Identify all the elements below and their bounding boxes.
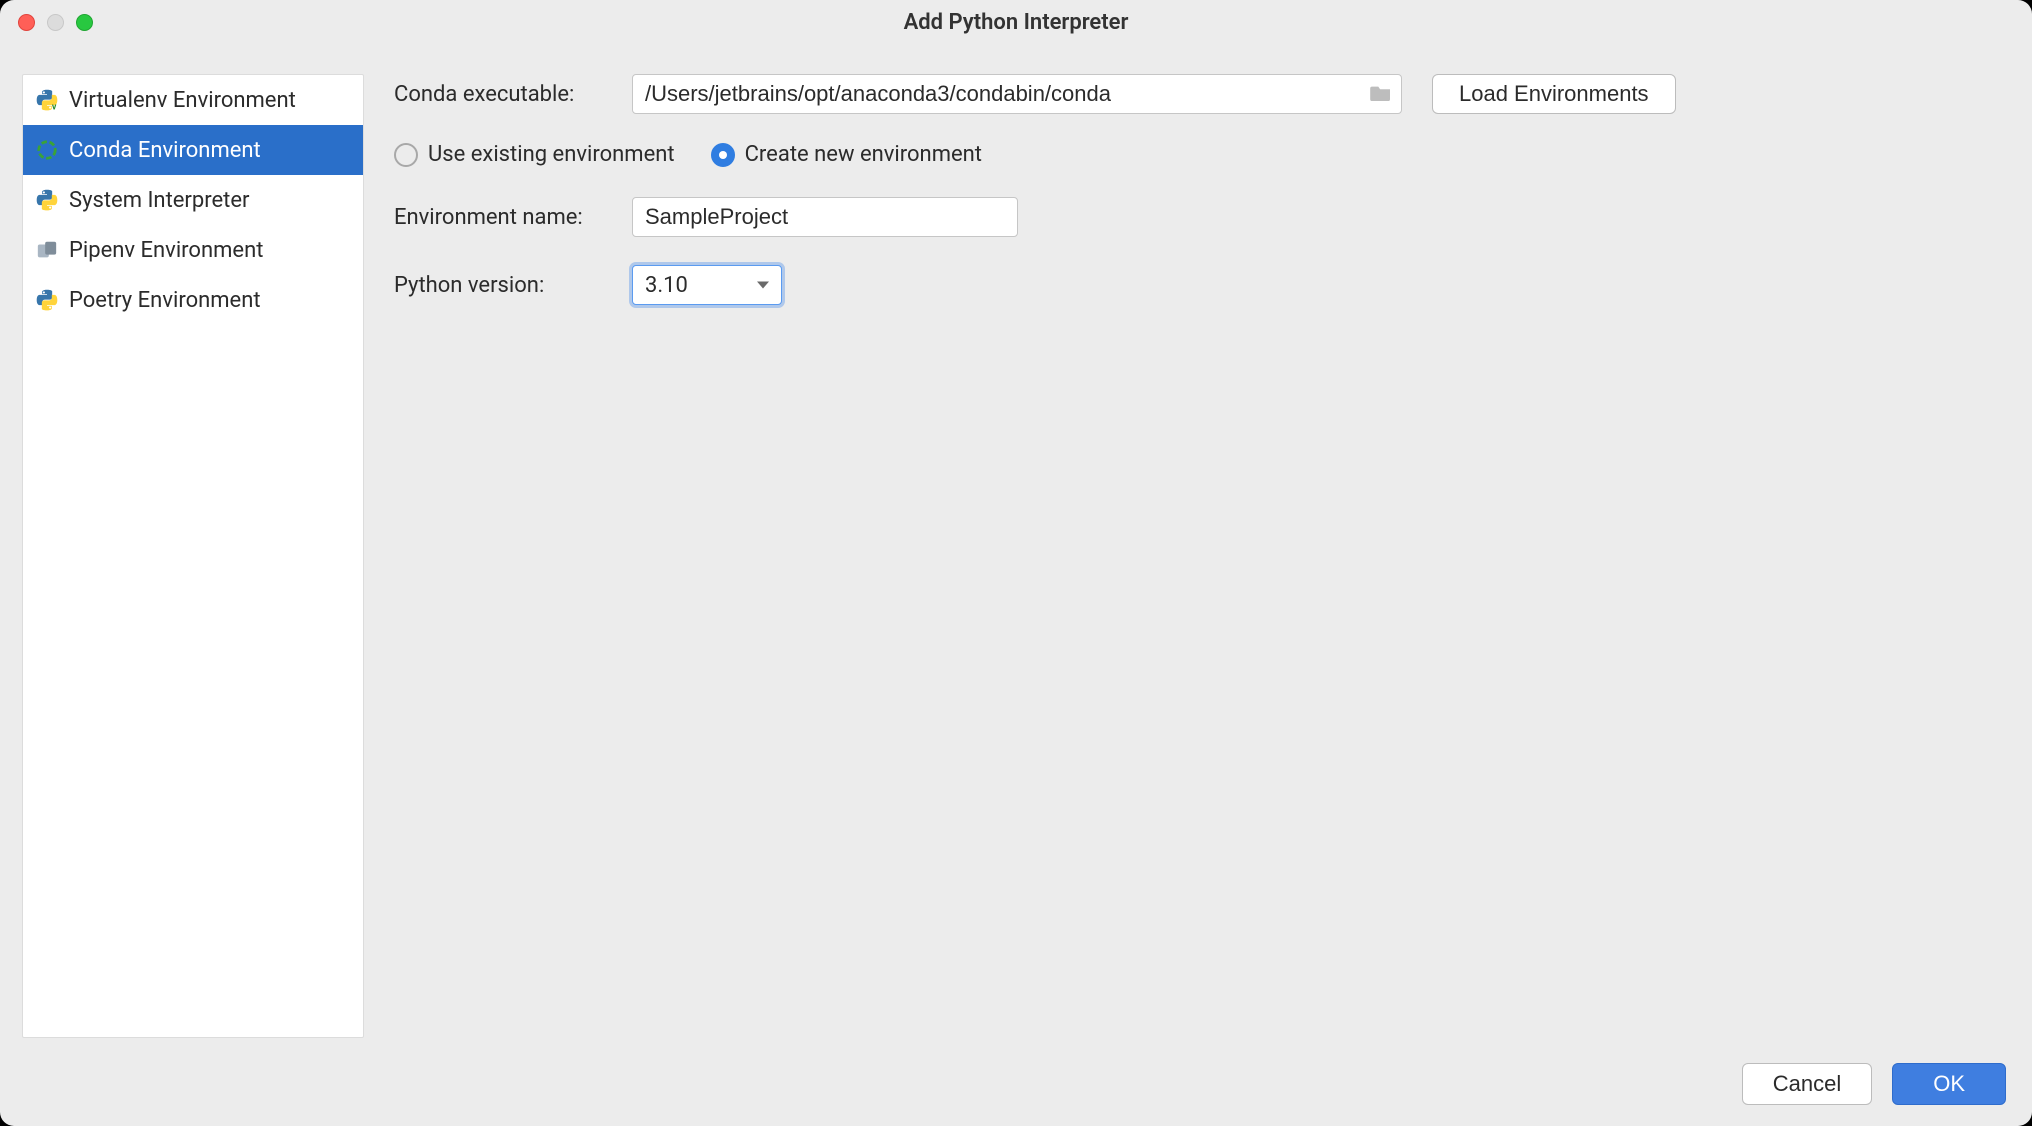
python-version-value: 3.10	[645, 273, 688, 298]
python-icon	[35, 288, 59, 312]
sidebar-item-label: Virtualenv Environment	[69, 88, 296, 113]
sidebar-item-pipenv[interactable]: Pipenv Environment	[23, 225, 363, 275]
create-new-radio[interactable]: Create new environment	[711, 142, 982, 167]
sidebar-item-system[interactable]: System Interpreter	[23, 175, 363, 225]
conda-executable-input-wrap	[632, 74, 1402, 114]
environment-name-input[interactable]	[632, 197, 1018, 237]
radio-label: Use existing environment	[428, 142, 675, 167]
cancel-button[interactable]: Cancel	[1742, 1063, 1872, 1105]
close-window-button[interactable]	[18, 14, 35, 31]
python-version-select-wrap: 3.10	[632, 265, 782, 305]
svg-text:v: v	[52, 103, 57, 111]
conda-executable-row: Conda executable: Load Environments	[394, 74, 2002, 114]
window-controls	[0, 14, 93, 31]
dialog-body: v Virtualenv Environment Conda Environme…	[0, 44, 2032, 1056]
python-icon: v	[35, 88, 59, 112]
environment-name-row: Environment name:	[394, 197, 2002, 237]
pipenv-icon	[35, 238, 59, 262]
window-title: Add Python Interpreter	[0, 10, 2032, 35]
dialog-footer: Cancel OK	[0, 1056, 2032, 1126]
sidebar-item-label: Poetry Environment	[69, 288, 261, 313]
environment-mode-radio-group: Use existing environment Create new envi…	[394, 142, 2002, 167]
interpreter-type-sidebar: v Virtualenv Environment Conda Environme…	[22, 74, 364, 1038]
python-version-label: Python version:	[394, 273, 632, 298]
conda-executable-label: Conda executable:	[394, 82, 632, 107]
conda-icon	[35, 138, 59, 162]
minimize-window-button[interactable]	[47, 14, 64, 31]
sidebar-item-virtualenv[interactable]: v Virtualenv Environment	[23, 75, 363, 125]
sidebar-item-label: Conda Environment	[69, 138, 261, 163]
ok-button[interactable]: OK	[1892, 1063, 2006, 1105]
conda-executable-input[interactable]	[632, 74, 1402, 114]
load-environments-button[interactable]: Load Environments	[1432, 74, 1676, 114]
sidebar-item-label: System Interpreter	[69, 188, 249, 213]
form-area: Conda executable: Load Environments Use …	[364, 44, 2032, 1056]
browse-folder-icon[interactable]	[1370, 83, 1392, 105]
python-version-select[interactable]: 3.10	[632, 265, 782, 305]
radio-button-icon	[711, 143, 735, 167]
radio-button-icon	[394, 143, 418, 167]
add-python-interpreter-window: Add Python Interpreter v Virtualenv Envi…	[0, 0, 2032, 1126]
environment-name-label: Environment name:	[394, 205, 632, 230]
use-existing-radio[interactable]: Use existing environment	[394, 142, 675, 167]
python-version-row: Python version: 3.10	[394, 265, 2002, 305]
sidebar-item-poetry[interactable]: Poetry Environment	[23, 275, 363, 325]
titlebar: Add Python Interpreter	[0, 0, 2032, 44]
maximize-window-button[interactable]	[76, 14, 93, 31]
radio-label: Create new environment	[745, 142, 982, 167]
python-icon	[35, 188, 59, 212]
sidebar-item-label: Pipenv Environment	[69, 238, 263, 263]
sidebar-item-conda[interactable]: Conda Environment	[23, 125, 363, 175]
